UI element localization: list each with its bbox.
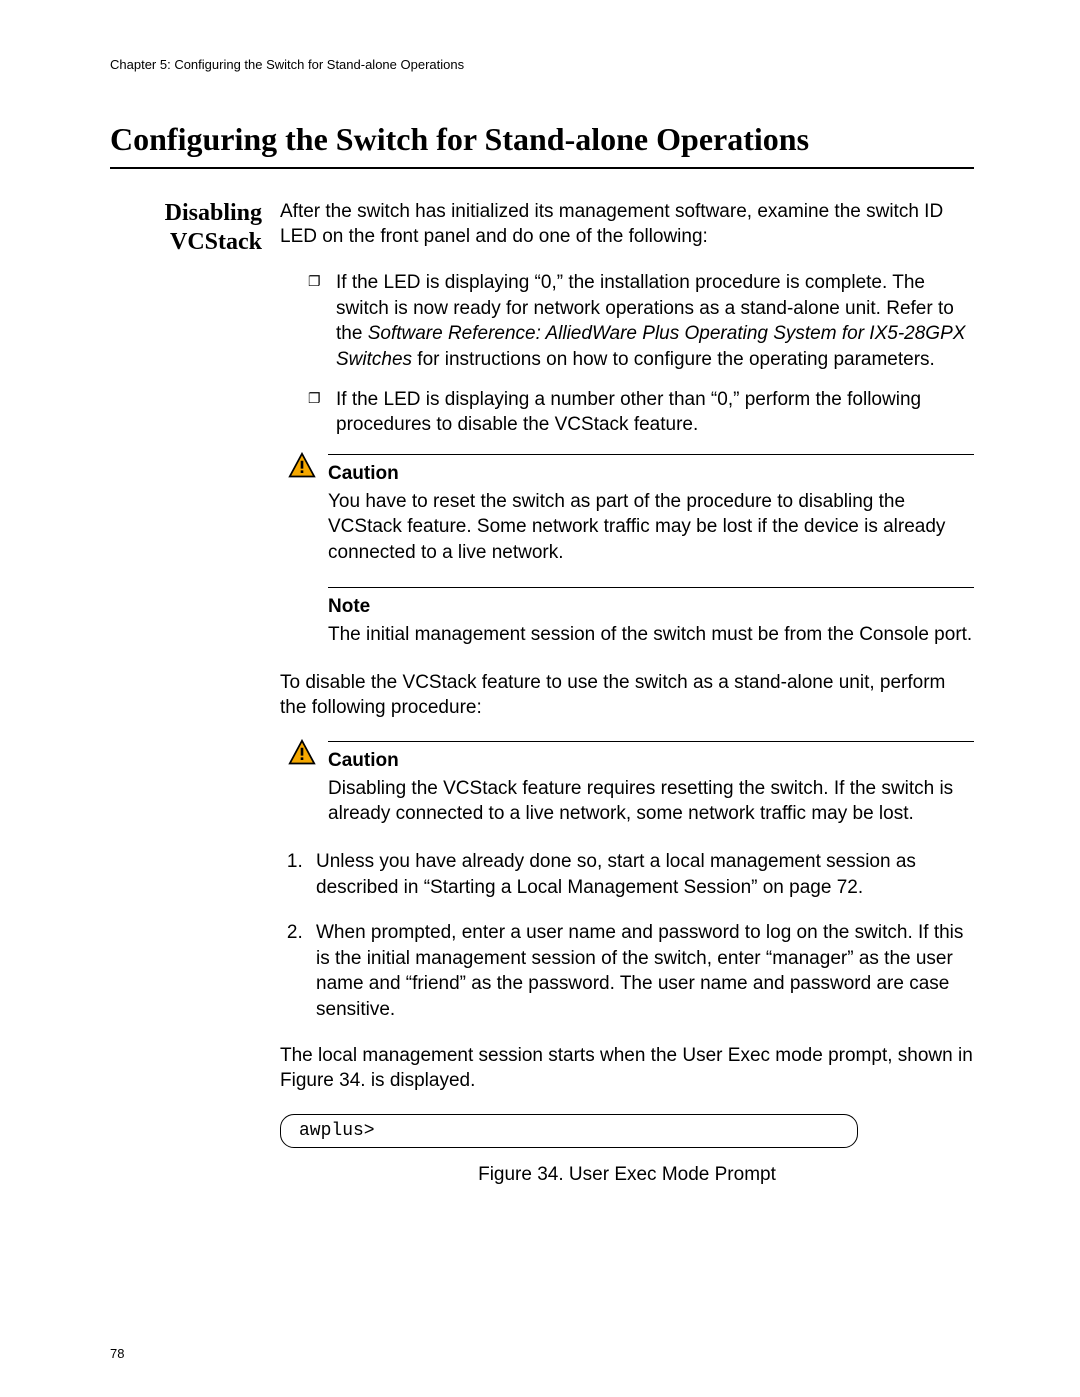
bullet-list: If the LED is displaying “0,” the instal…	[280, 270, 974, 438]
caution-icon	[288, 452, 324, 480]
note-box: Note The initial management session of t…	[280, 587, 974, 647]
note-body: Note The initial management session of t…	[328, 587, 974, 647]
caution-text-2: Disabling the VCStack feature requires r…	[328, 776, 974, 827]
note-title: Note	[328, 594, 974, 620]
caution-text-1: You have to reset the switch as part of …	[328, 489, 974, 566]
step-1: Unless you have already done so, start a…	[308, 849, 974, 900]
page: Chapter 5: Configuring the Switch for St…	[0, 0, 1080, 1397]
page-number: 78	[110, 1345, 124, 1363]
side-heading-line2: VCStack	[110, 228, 262, 257]
side-heading-line1: Disabling	[110, 199, 262, 228]
prompt-box: awplus>	[280, 1114, 858, 1148]
caution-box-2: Caution Disabling the VCStack feature re…	[280, 741, 974, 827]
bullet-item-2: If the LED is displaying a number other …	[308, 387, 974, 438]
disable-paragraph: To disable the VCStack feature to use th…	[280, 670, 974, 721]
step-2: When prompted, enter a user name and pas…	[308, 920, 974, 1023]
step-2-extra: The local management session starts when…	[280, 1043, 974, 1094]
note-text: The initial management session of the sw…	[328, 622, 974, 648]
bullet1-post: for instructions on how to configure the…	[412, 349, 935, 370]
steps-list: Unless you have already done so, start a…	[280, 849, 974, 1023]
caution-body-2: Caution Disabling the VCStack feature re…	[328, 741, 974, 827]
caution-body-1: Caution You have to reset the switch as …	[328, 454, 974, 566]
content-row: Disabling VCStack After the switch has i…	[110, 199, 974, 1208]
warning-triangle-icon	[288, 452, 316, 480]
intro-paragraph: After the switch has initialized its man…	[280, 199, 974, 250]
side-heading: Disabling VCStack	[110, 199, 280, 257]
figure-caption: Figure 34. User Exec Mode Prompt	[280, 1162, 974, 1188]
caution-icon-2	[288, 739, 324, 767]
bullet-item-1: If the LED is displaying “0,” the instal…	[308, 270, 974, 373]
section-title: Configuring the Switch for Stand-alone O…	[110, 118, 974, 161]
caution-title-1: Caution	[328, 461, 974, 487]
caution-box-1: Caution You have to reset the switch as …	[280, 454, 974, 566]
title-rule	[110, 167, 974, 169]
caution-title-2: Caution	[328, 748, 974, 774]
running-head: Chapter 5: Configuring the Switch for St…	[110, 56, 974, 74]
warning-triangle-icon	[288, 739, 316, 767]
body-column: After the switch has initialized its man…	[280, 199, 974, 1208]
